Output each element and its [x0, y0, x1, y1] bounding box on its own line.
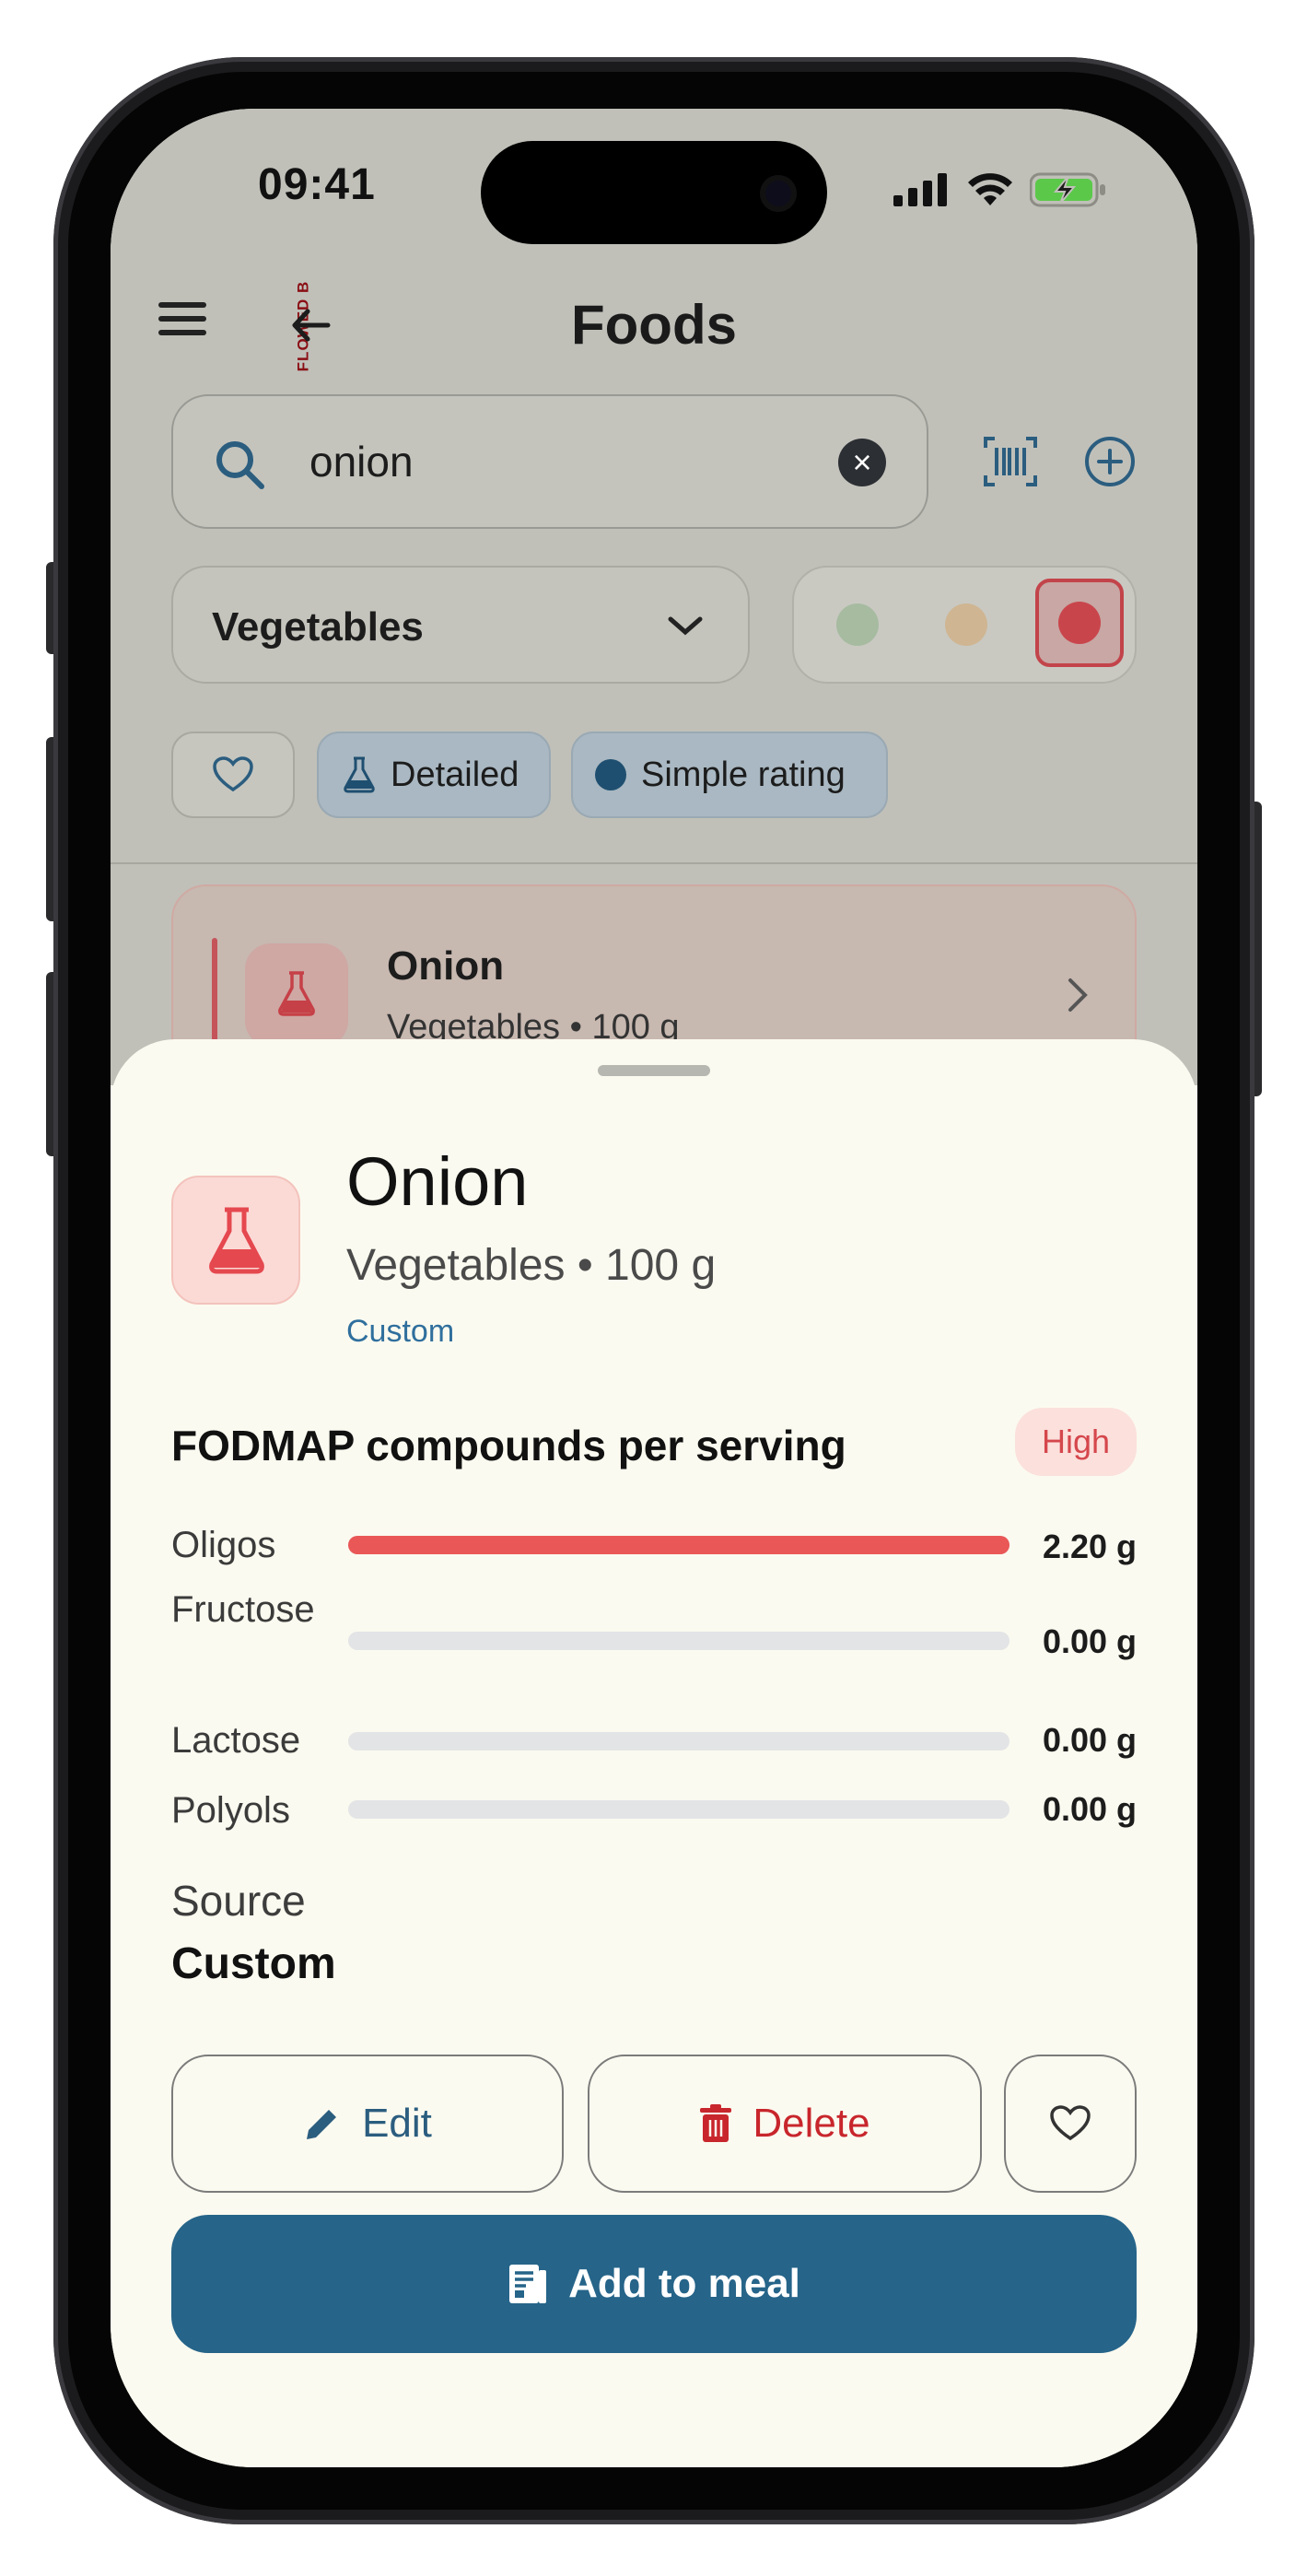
battery-charging-icon [1030, 172, 1105, 207]
status-bar: 09:41 [111, 109, 1197, 265]
cellular-signal-icon [893, 173, 947, 206]
wifi-icon [968, 173, 1012, 205]
rating-moderate-dot[interactable] [945, 603, 987, 646]
menu-book-icon [509, 2265, 547, 2303]
compound-bar [348, 1732, 1009, 1751]
page-title: Foods [571, 294, 737, 356]
compound-value: 0.00 g [1042, 1790, 1137, 1828]
flask-icon [344, 756, 375, 793]
front-camera [760, 175, 797, 212]
sheet-drag-handle[interactable] [598, 1065, 710, 1076]
detailed-chip-label: Detailed [391, 755, 519, 794]
divider [111, 862, 1197, 864]
source-label: Source [171, 1877, 306, 1925]
simple-rating-chip[interactable]: Simple rating [571, 732, 888, 818]
search-icon [216, 441, 264, 489]
foods-page-background: 09:41 FLOWED B Foods onion × Vegetables … [111, 109, 1197, 1095]
pencil-icon [307, 2106, 340, 2139]
list-item-name: Onion [387, 943, 505, 989]
favorite-button[interactable] [1004, 2055, 1137, 2193]
compound-bar [348, 1800, 1009, 1819]
section-title: FODMAP compounds per serving [171, 1422, 846, 1469]
delete-button-label: Delete [753, 2101, 870, 2146]
list-item-thumb [245, 943, 348, 1047]
source-value: Custom [171, 1939, 336, 1988]
app-screen: 09:41 FLOWED B Foods onion × Vegetables … [111, 109, 1197, 2467]
favorites-chip[interactable] [171, 732, 295, 818]
rating-low-dot[interactable] [836, 603, 879, 646]
add-circle-icon[interactable] [1081, 433, 1138, 490]
level-badge: High [1015, 1408, 1137, 1476]
food-name: Onion [346, 1143, 529, 1220]
chevron-down-icon [668, 616, 703, 636]
chevron-right-icon [1068, 978, 1088, 1012]
compound-label: Oligos [171, 1525, 276, 1565]
compound-bar [348, 1536, 1009, 1554]
compound-value: 2.20 g [1042, 1528, 1137, 1565]
status-icons [893, 171, 1107, 208]
barcode-scan-icon[interactable] [982, 433, 1039, 490]
clear-icon[interactable]: × [838, 439, 886, 486]
compound-label: Lactose [171, 1720, 301, 1761]
category-selected-label: Vegetables [212, 604, 424, 650]
compound-label: Polyols [171, 1790, 290, 1831]
edit-button[interactable]: Edit [171, 2055, 564, 2193]
add-to-meal-button[interactable]: Add to meal [171, 2215, 1137, 2353]
compound-value: 0.00 g [1042, 1721, 1137, 1759]
food-detail-sheet: Onion Vegetables • 100 g Custom FODMAP c… [111, 1039, 1197, 2467]
status-time: 09:41 [258, 160, 376, 209]
detailed-chip[interactable]: Detailed [317, 732, 551, 818]
search-field[interactable]: onion × [171, 394, 928, 529]
rating-filter [792, 566, 1137, 684]
simple-rating-chip-label: Simple rating [641, 755, 846, 794]
rating-high-selected[interactable] [1035, 579, 1124, 667]
food-thumb [171, 1176, 300, 1305]
compound-value: 0.00 g [1042, 1622, 1137, 1660]
compound-bar [348, 1632, 1009, 1650]
delete-button[interactable]: Delete [588, 2055, 982, 2193]
edit-button-label: Edit [362, 2101, 432, 2146]
dot-icon [595, 759, 626, 790]
category-dropdown[interactable]: Vegetables [171, 566, 750, 684]
food-tag: Custom [346, 1314, 455, 1349]
compound-bar-fill [348, 1536, 1009, 1554]
compound-label: Fructose [171, 1589, 315, 1630]
heart-outline-icon [213, 756, 253, 792]
search-input[interactable]: onion [309, 437, 414, 486]
flask-icon [209, 1207, 264, 1274]
add-to-meal-label: Add to meal [568, 2261, 800, 2306]
rating-high-dot [1058, 602, 1101, 644]
food-subtitle: Vegetables • 100 g [346, 1241, 717, 1290]
top-app-bar: FLOWED B Foods [111, 265, 1197, 376]
heart-outline-icon [1050, 2105, 1091, 2141]
trash-icon [700, 2104, 732, 2142]
flask-icon [278, 971, 315, 1016]
